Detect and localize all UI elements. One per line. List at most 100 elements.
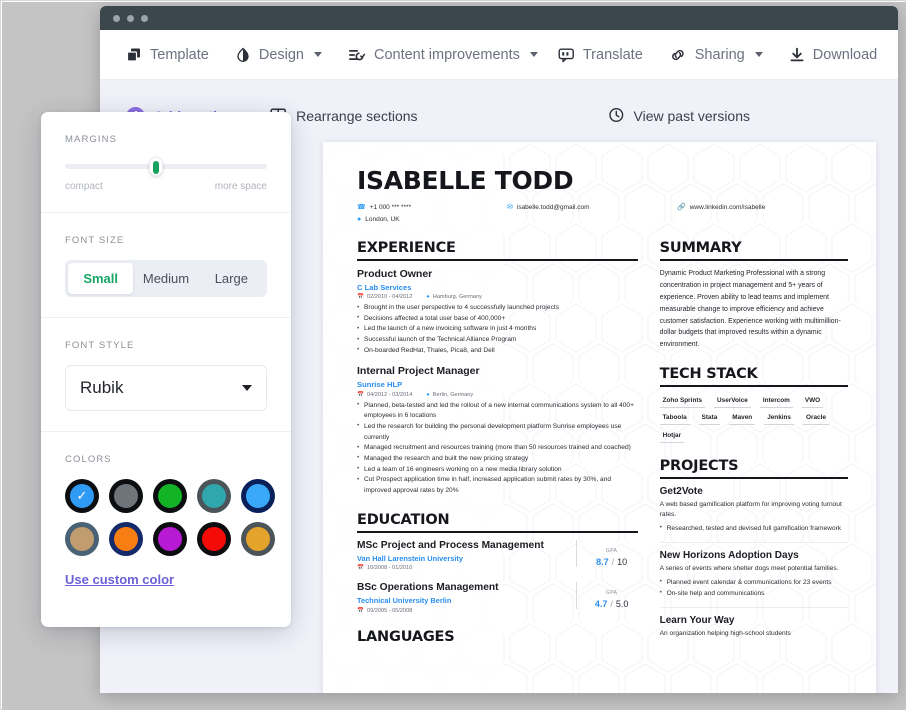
education-entry-main: BSc Operations Management Technical Univ… <box>357 582 576 614</box>
experience-heading: EXPERIENCE <box>357 240 638 261</box>
chevron-down-icon <box>529 52 538 57</box>
summary-section: SUMMARY Dynamic Product Marketing Profes… <box>659 240 848 351</box>
job-bullet: Brought in the user perspective to 4 suc… <box>357 303 638 314</box>
link-icon <box>669 47 687 63</box>
job-bullet: Decisions affected a total user base of … <box>357 313 638 325</box>
email-icon: ✉ <box>507 204 513 212</box>
font-size-option-medium[interactable]: Medium <box>133 263 198 294</box>
font-style-select[interactable]: Rubik <box>65 365 267 411</box>
tech-stack-heading: TECH STACK <box>659 366 848 388</box>
project-bullet: Researched, tested and devised full gami… <box>660 523 848 535</box>
design-settings-panel: MARGINS compact more space FONT SIZE Sma… <box>41 112 291 627</box>
link-icon: 🔗 <box>677 204 686 212</box>
phone-icon: ☎ <box>357 204 366 212</box>
margins-slider[interactable] <box>65 157 267 176</box>
job-meta: 📅 04/2012 - 03/2014 ● Berlin, Germany <box>357 392 638 398</box>
view-past-versions-button[interactable]: View past versions <box>608 107 750 126</box>
project-item: Get2Vote A web based gamification platfo… <box>660 486 848 535</box>
color-swatch[interactable] <box>109 522 143 556</box>
project-item: New Horizons Adoption Days A series of e… <box>659 542 848 599</box>
education-dates-wrap: 📅 09/2005 - 05/2008 <box>357 608 568 614</box>
editor-toolbar: Template Design Content improvements Tra… <box>100 30 898 80</box>
font-size-option-small[interactable]: Small <box>68 263 134 294</box>
resume-document[interactable]: ISABELLE TODD ☎ +1 000 *** **** ● London… <box>323 142 876 693</box>
slider-min-label: compact <box>65 181 103 192</box>
resume-left-column: EXPERIENCE Product Owner C Lab Services … <box>357 240 638 655</box>
font-size-label: FONT SIZE <box>65 235 125 246</box>
toolbar-template-button[interactable]: Template <box>116 38 219 72</box>
slider-end-labels: compact more space <box>65 181 267 192</box>
color-swatch-fill: ✓ <box>70 484 94 508</box>
job-location-wrap: ● Hamburg, Germany <box>426 294 482 300</box>
toolbar-translate-button[interactable]: Translate <box>548 38 653 72</box>
color-swatch[interactable] <box>153 522 187 556</box>
toolbar-content-improvements-button[interactable]: Content improvements <box>338 38 548 72</box>
education-gpa: GPA 4.7/5.0 <box>575 582 638 610</box>
toolbar-download-label: Download <box>812 46 878 63</box>
copy-icon <box>126 47 142 63</box>
contact-phone-value: +1 000 *** **** <box>369 204 412 211</box>
tech-stack-chips: Zoho Sprints UserVoice Intercom VWO Tabo… <box>659 394 848 443</box>
color-swatch-fill <box>246 527 270 551</box>
color-swatch-fill <box>158 484 182 508</box>
gpa-value-row: 4.7/5.0 <box>586 599 638 609</box>
contrast-icon <box>235 47 251 63</box>
map-pin-icon: ● <box>357 216 362 224</box>
education-degree: BSc Operations Management <box>357 582 499 594</box>
color-swatch-fill <box>202 484 226 508</box>
job-dates-wrap: 📅 04/2012 - 03/2014 <box>357 392 412 398</box>
color-swatch[interactable] <box>197 522 231 556</box>
tech-chip: Intercom <box>759 394 793 408</box>
color-swatch[interactable] <box>241 479 275 513</box>
education-dates: 10/2008 - 01/2010 <box>366 565 413 572</box>
window-close-dot[interactable] <box>113 14 120 22</box>
slider-thumb[interactable] <box>148 157 163 176</box>
job-bullet: Successful launch of the Technical Allia… <box>357 335 638 346</box>
color-swatch[interactable] <box>241 522 275 556</box>
chevron-down-icon <box>754 52 763 57</box>
clock-icon <box>608 107 625 126</box>
margins-section: MARGINS compact more space <box>41 112 291 212</box>
color-swatch[interactable]: ✓ <box>65 479 99 513</box>
education-gpa: GPA 8.7/10 <box>575 539 638 567</box>
colors-section: COLORS ✓ Use custom color <box>41 431 291 609</box>
slider-track <box>65 164 267 169</box>
job-title: Internal Project Manager <box>357 365 480 378</box>
contact-location: ● London, UK <box>357 214 400 225</box>
education-section: EDUCATION MSc Project and Process Manage… <box>357 512 638 614</box>
job-bullet: Led the research for building the person… <box>357 421 638 443</box>
job-bullet: Led the launch of a new invoicing softwa… <box>357 324 638 335</box>
window-maximize-dot[interactable] <box>141 14 148 22</box>
slider-max-label: more space <box>214 181 267 192</box>
view-past-versions-label: View past versions <box>633 108 750 124</box>
toolbar-sharing-button[interactable]: Sharing <box>659 38 773 72</box>
education-heading: EDUCATION <box>357 512 638 533</box>
tech-chip: Jenkins <box>764 412 794 426</box>
resume-name: ISABELLE TODD <box>357 166 574 195</box>
color-swatch[interactable] <box>65 522 99 556</box>
project-bullets: Researched, tested and devised full gami… <box>660 523 848 535</box>
toolbar-design-button[interactable]: Design <box>225 38 332 72</box>
color-swatch[interactable] <box>197 479 231 513</box>
use-custom-color-link[interactable]: Use custom color <box>65 572 174 587</box>
job-location-wrap: ● Berlin, Germany <box>426 392 473 398</box>
contact-email-value: isabelle.todd@gmail.com <box>516 204 590 211</box>
toolbar-download-button[interactable]: Download <box>779 38 888 72</box>
color-swatch[interactable] <box>153 479 187 513</box>
project-bullets: Planned event calendar & communications … <box>660 577 848 599</box>
job-bullet: Managed the research and built the new p… <box>357 453 638 465</box>
font-size-option-large[interactable]: Large <box>199 263 264 294</box>
chevron-down-icon <box>242 385 252 391</box>
color-swatch-fill <box>70 527 94 551</box>
contact-linkedin-value: www.linkedin.com/isabelle <box>689 204 766 211</box>
gpa-value: 8.7 <box>596 556 609 567</box>
rearrange-sections-button[interactable]: Rearrange sections <box>270 107 418 126</box>
education-dates-wrap: 📅 10/2008 - 01/2010 <box>357 565 568 571</box>
color-swatch[interactable] <box>109 479 143 513</box>
font-size-segmented-control: Small Medium Large <box>65 260 267 297</box>
gpa-value-row: 8.7/10 <box>586 557 638 567</box>
map-pin-icon: ● <box>426 294 430 301</box>
window-minimize-dot[interactable] <box>127 14 134 22</box>
project-bullet: Planned event calendar & communications … <box>660 577 848 589</box>
project-title: New Horizons Adoption Days <box>659 550 799 562</box>
